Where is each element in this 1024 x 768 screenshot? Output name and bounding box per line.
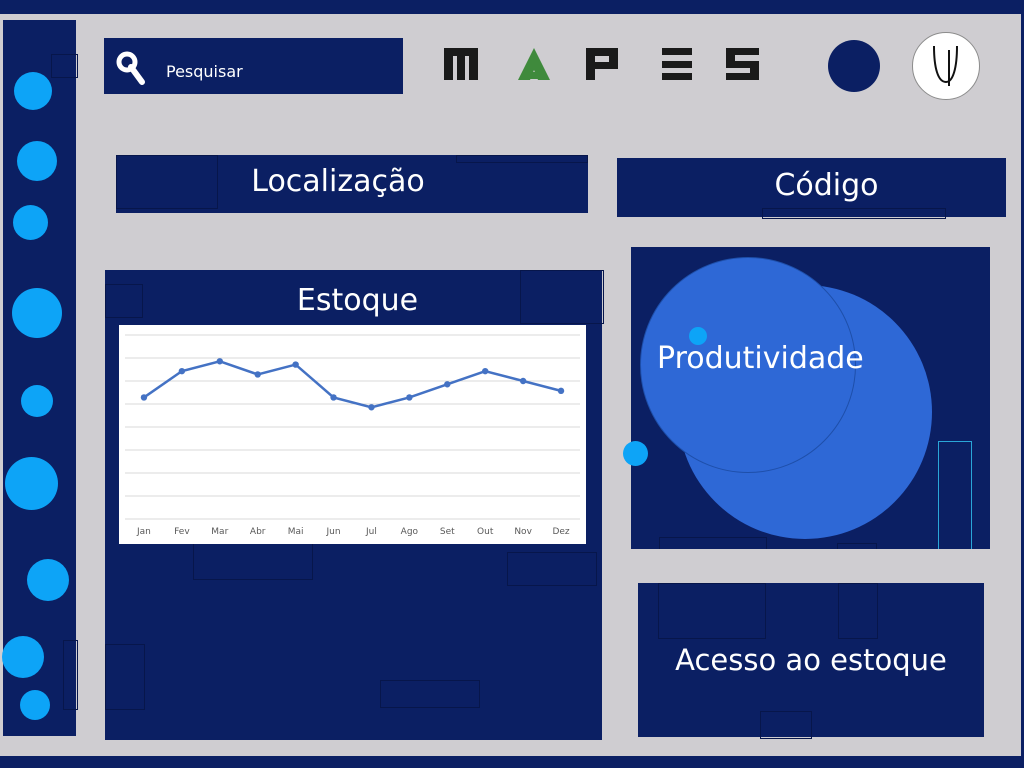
sidebar-item-6[interactable] (5, 457, 58, 510)
chart-point (330, 394, 337, 401)
sidebar-item-7[interactable] (27, 559, 69, 601)
logo-letter-m (444, 48, 478, 80)
chart-series-line (143, 359, 562, 409)
chart-point (368, 404, 375, 411)
chart-x-tick-label: Ago (401, 527, 419, 537)
mapes-logo (444, 48, 759, 80)
productivity-panel[interactable]: Produtividade (631, 247, 990, 549)
panel-decoration (380, 680, 480, 708)
chart-point (216, 358, 223, 365)
chart-point (519, 377, 527, 385)
chart-x-tick-label: Set (440, 527, 455, 537)
avatar[interactable] (912, 32, 980, 100)
chart-point (178, 367, 186, 375)
stock-title: Estoque (296, 283, 419, 318)
sidebar-item-8[interactable] (2, 636, 44, 678)
chart-point (254, 371, 261, 378)
logo-letter-a (518, 48, 550, 80)
panel-decoration (507, 552, 597, 586)
panel-decoration (659, 537, 767, 549)
chart-x-tick-label: Fev (174, 527, 190, 537)
sidebar-decoration (63, 640, 78, 710)
sidebar (3, 20, 78, 736)
chart-point (140, 394, 148, 401)
sidebar-item-9[interactable] (20, 690, 50, 720)
chart-point (292, 361, 299, 368)
chart-x-tick-label: Jun (326, 527, 341, 537)
code-title: Código (774, 168, 879, 203)
avatar-letter-glyph (933, 45, 958, 86)
card-decoration (760, 711, 812, 739)
chart-point (406, 394, 413, 401)
sidebar-item-2[interactable] (17, 141, 57, 181)
logo-letter-s (726, 48, 759, 80)
chart-x-tick-label: Mai (288, 527, 304, 537)
card-decoration (838, 583, 878, 639)
stock-access-title: Acesso ao estoque (675, 643, 947, 677)
stock-line-chart: Jan Fev Mar Abr Mai Jun Jul Ago Set Out Nov Dez (125, 334, 580, 537)
logo-letter-p (586, 48, 618, 80)
panel-decoration (938, 441, 972, 549)
stock-chart: Jan Fev Mar Abr Mai Jun Jul Ago Set Out Nov Dez (119, 325, 586, 544)
chart-point (557, 387, 565, 395)
card-decoration (456, 155, 588, 163)
search-icon (116, 51, 145, 85)
chart-x-tick-label: Nov (514, 527, 532, 537)
chart-x-tick-label: Out (477, 527, 494, 537)
location-card[interactable]: Localização (116, 155, 588, 213)
chart-x-tick-label: Dez (552, 527, 569, 537)
location-title: Localização (251, 164, 425, 199)
sidebar-item-4[interactable] (12, 288, 62, 338)
notification-button[interactable] (828, 40, 880, 92)
search-bar[interactable]: Pesquisar (104, 38, 403, 94)
code-card[interactable]: Código (617, 158, 1006, 219)
productivity-title: Produtividade (657, 341, 864, 376)
logo-letter-e (662, 48, 692, 80)
chart-x-tick-label: Jan (136, 527, 151, 537)
sidebar-decoration (51, 54, 78, 78)
stock-access-card[interactable]: Acesso ao estoque (638, 583, 984, 739)
panel-decoration (105, 644, 145, 710)
chart-x-tick-label: Mar (211, 527, 228, 537)
sidebar-item-5[interactable] (21, 385, 53, 417)
sidebar-item-1[interactable] (14, 72, 52, 110)
chart-x-tick-label: Jul (365, 527, 377, 537)
productivity-handle[interactable] (623, 441, 648, 466)
search-label: Pesquisar (166, 62, 243, 81)
panel-decoration (193, 540, 313, 580)
card-decoration (762, 208, 946, 219)
chart-point (444, 381, 451, 388)
chart-x-tick-label: Abr (250, 527, 266, 537)
sidebar-item-3[interactable] (13, 205, 48, 240)
panel-decoration (837, 543, 877, 549)
chart-point (482, 367, 489, 375)
card-decoration (658, 583, 766, 639)
